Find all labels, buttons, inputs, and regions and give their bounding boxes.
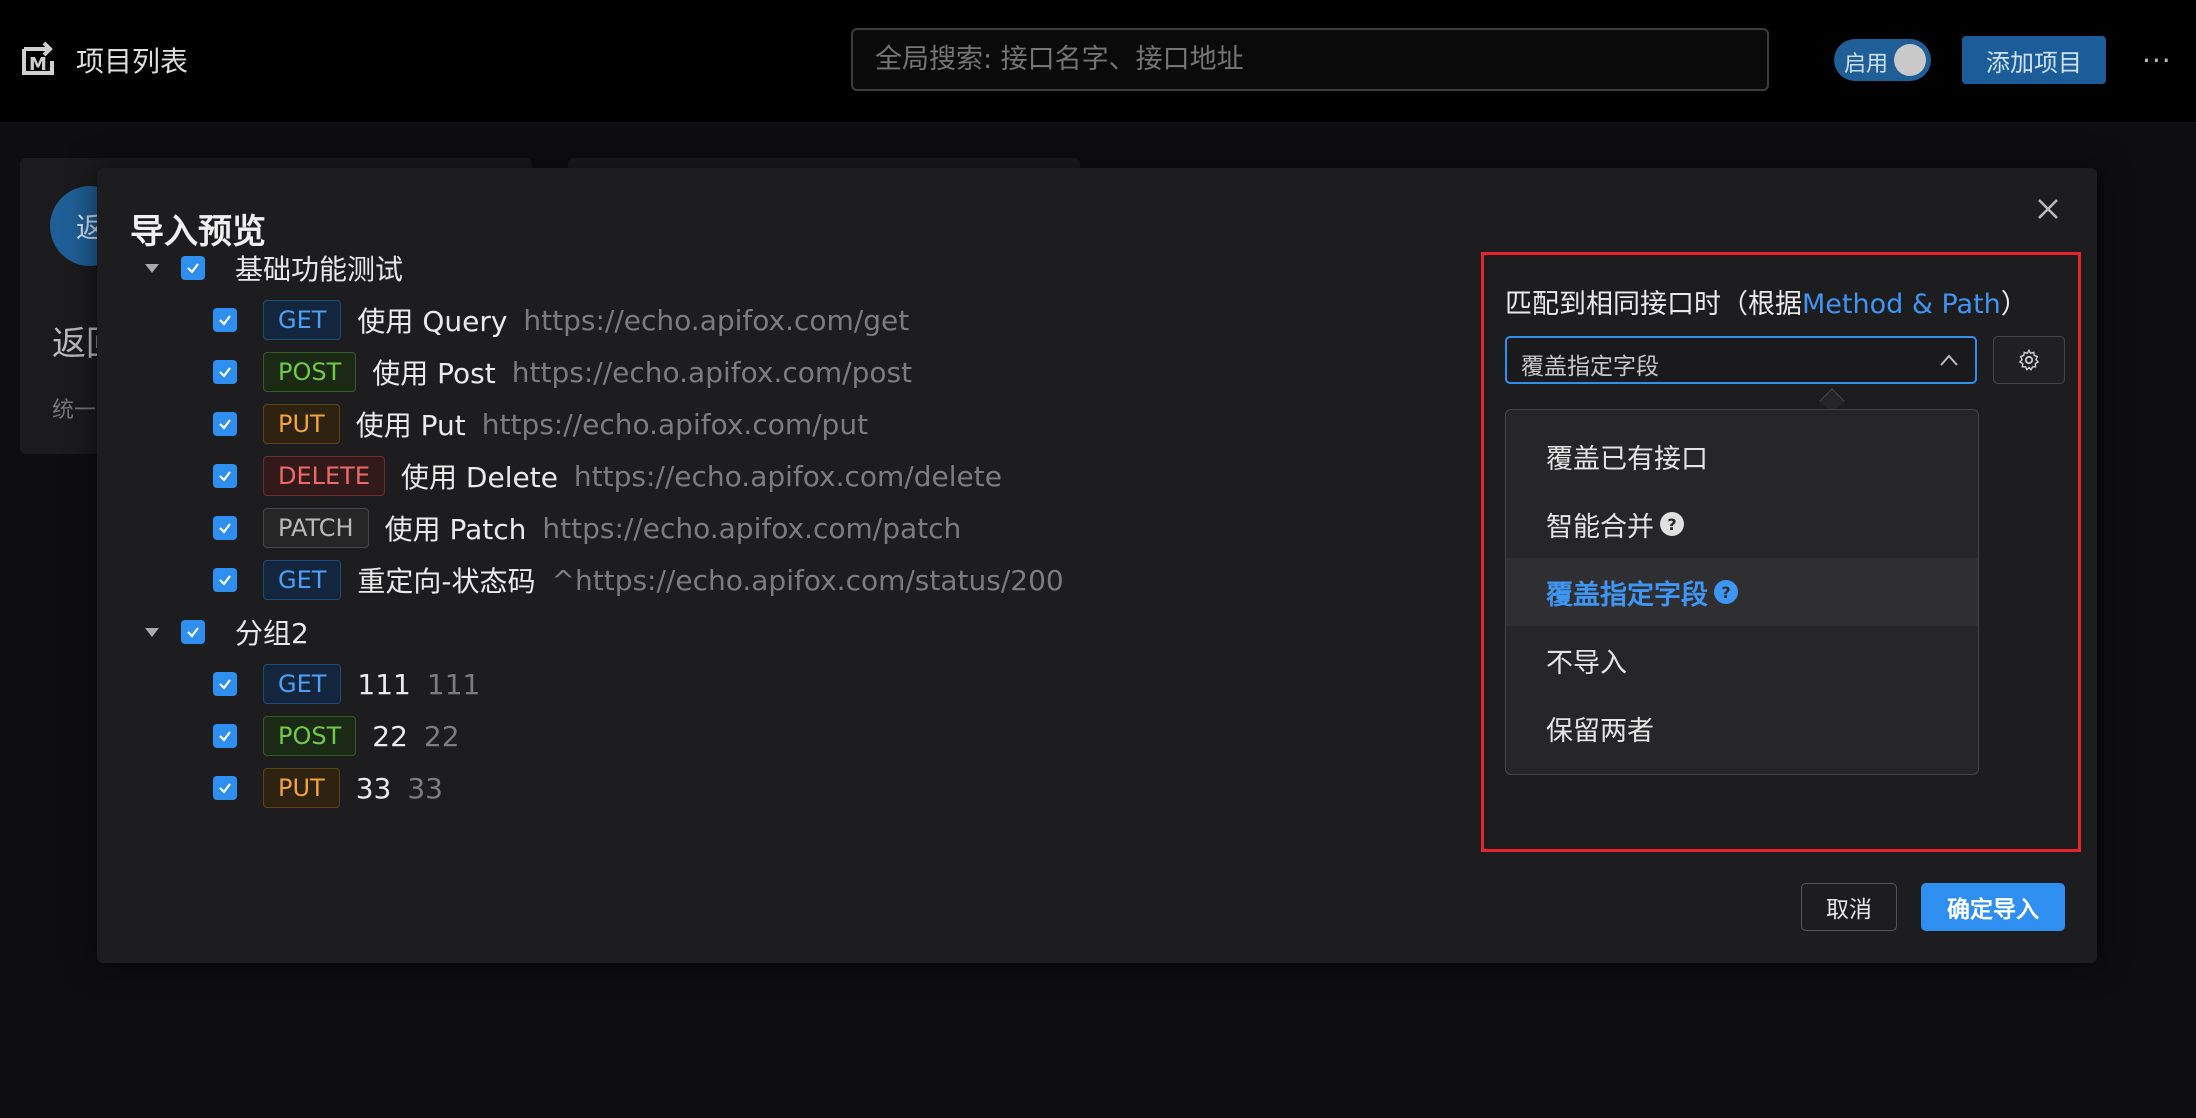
- api-name: 使用 Put: [355, 409, 466, 442]
- group-checkbox[interactable]: [181, 256, 205, 280]
- app-title[interactable]: 项目列表: [76, 40, 188, 80]
- tree-group[interactable]: 分组2: [145, 612, 309, 652]
- api-row[interactable]: POST 使用 Post https://echo.apifox.com/post: [213, 352, 912, 392]
- method-badge: DELETE: [263, 456, 386, 496]
- api-name: 111: [357, 667, 411, 701]
- method-badge: POST: [263, 352, 357, 392]
- gear-icon: [2018, 349, 2040, 371]
- match-label-highlight: Method & Path: [1802, 289, 2001, 320]
- help-icon[interactable]: ?: [1660, 512, 1684, 536]
- group-label: 基础功能测试: [235, 253, 404, 286]
- api-url: 22: [423, 719, 460, 753]
- group-checkbox[interactable]: [181, 620, 205, 644]
- api-name: 33: [355, 771, 392, 805]
- method-badge: PUT: [263, 404, 340, 444]
- help-icon[interactable]: ?: [1714, 580, 1738, 604]
- api-row[interactable]: PUT 使用 Put https://echo.apifox.com/put: [213, 404, 868, 444]
- select-value: 覆盖指定字段: [1521, 354, 1659, 380]
- group-label: 分组2: [235, 617, 309, 650]
- api-url: https://echo.apifox.com/get: [523, 303, 910, 337]
- api-checkbox[interactable]: [213, 464, 237, 488]
- modal-title: 导入预览: [130, 212, 266, 252]
- dropdown-option[interactable]: 覆盖已有接口: [1506, 422, 1978, 490]
- api-url: https://echo.apifox.com/delete: [573, 459, 1002, 493]
- match-label-prefix: 匹配到相同接口时（根据: [1505, 289, 1802, 320]
- api-name: 22: [372, 719, 408, 753]
- api-checkbox[interactable]: [213, 308, 237, 332]
- cancel-button[interactable]: 取消: [1801, 883, 1897, 931]
- api-checkbox[interactable]: [213, 360, 237, 384]
- svg-text:M: M: [29, 54, 47, 75]
- api-name: 重定向-状态码: [357, 565, 536, 598]
- toggle-label: 启用: [1844, 52, 1889, 77]
- option-label: 覆盖指定字段: [1546, 579, 1708, 611]
- api-name: 使用 Query: [357, 305, 508, 338]
- import-preview-modal: 导入预览 基础功能测试 GET 使用 Query https://echo.apifo…: [97, 168, 2097, 963]
- search-input[interactable]: [851, 28, 1769, 91]
- top-bar: M 项目列表 启用 添加项目 ···: [0, 0, 2196, 122]
- option-label: 智能合并: [1546, 511, 1654, 543]
- method-badge: PUT: [263, 768, 340, 808]
- project-desc: 统一: [52, 398, 97, 423]
- api-checkbox[interactable]: [213, 568, 237, 592]
- api-row[interactable]: DELETE 使用 Delete https://echo.apifox.com/d…: [213, 456, 1002, 496]
- method-badge: GET: [263, 664, 342, 704]
- match-rule-label: 匹配到相同接口时（根据Method & Path）: [1505, 282, 2028, 321]
- api-row[interactable]: GET 重定向-状态码 ^https://echo.apifox.com/statu…: [213, 560, 1064, 600]
- api-checkbox[interactable]: [213, 516, 237, 540]
- api-url: https://echo.apifox.com/patch: [542, 511, 962, 545]
- chevron-up-icon: [1940, 354, 1958, 366]
- api-name: 使用 Delete: [401, 461, 558, 494]
- more-icon[interactable]: ···: [2142, 44, 2172, 77]
- api-checkbox[interactable]: [213, 412, 237, 436]
- dropdown-option[interactable]: 不导入: [1506, 626, 1978, 694]
- option-label: 覆盖已有接口: [1546, 443, 1708, 475]
- api-url: https://echo.apifox.com/post: [511, 355, 913, 389]
- close-icon[interactable]: [2033, 194, 2063, 224]
- dropdown-option[interactable]: 保留两者: [1506, 694, 1978, 762]
- caret-down-icon[interactable]: [145, 627, 159, 637]
- method-badge: GET: [263, 560, 342, 600]
- method-badge: POST: [263, 716, 357, 756]
- settings-button[interactable]: [1993, 336, 2065, 384]
- api-name: 使用 Patch: [384, 513, 527, 546]
- dropdown-option[interactable]: 覆盖指定字段?: [1506, 558, 1978, 626]
- match-strategy-select[interactable]: 覆盖指定字段: [1505, 336, 1977, 384]
- api-name: 使用 Post: [372, 357, 496, 390]
- api-url: 111: [426, 667, 481, 701]
- add-project-button[interactable]: 添加项目: [1962, 36, 2106, 84]
- logo-icon[interactable]: M: [18, 39, 60, 81]
- match-strategy-dropdown: 覆盖已有接口 智能合并? 覆盖指定字段? 不导入 保留两者: [1505, 409, 1979, 775]
- tree-group[interactable]: 基础功能测试: [145, 248, 403, 288]
- api-row[interactable]: PATCH 使用 Patch https://echo.apifox.com/pat…: [213, 508, 961, 548]
- method-badge: PATCH: [263, 508, 369, 548]
- api-checkbox[interactable]: [213, 776, 237, 800]
- option-label: 不导入: [1546, 647, 1627, 679]
- dropdown-option[interactable]: 智能合并?: [1506, 490, 1978, 558]
- api-checkbox[interactable]: [213, 724, 237, 748]
- confirm-import-button[interactable]: 确定导入: [1921, 883, 2065, 931]
- match-label-suffix: ）: [2000, 289, 2028, 320]
- enable-toggle[interactable]: 启用: [1834, 39, 1931, 81]
- method-badge: GET: [263, 300, 342, 340]
- api-row[interactable]: GET 使用 Query https://echo.apifox.com/get: [213, 300, 909, 340]
- caret-down-icon[interactable]: [145, 263, 159, 273]
- api-checkbox[interactable]: [213, 672, 237, 696]
- api-row[interactable]: POST 22 22: [213, 716, 460, 756]
- api-url: ^https://echo.apifox.com/status/200: [551, 563, 1064, 597]
- api-row[interactable]: PUT 33 33: [213, 768, 443, 808]
- toggle-knob: [1894, 44, 1926, 76]
- api-row[interactable]: GET 111 111: [213, 664, 480, 704]
- option-label: 保留两者: [1546, 715, 1654, 747]
- api-url: 33: [407, 771, 443, 805]
- api-url: https://echo.apifox.com/put: [481, 407, 869, 441]
